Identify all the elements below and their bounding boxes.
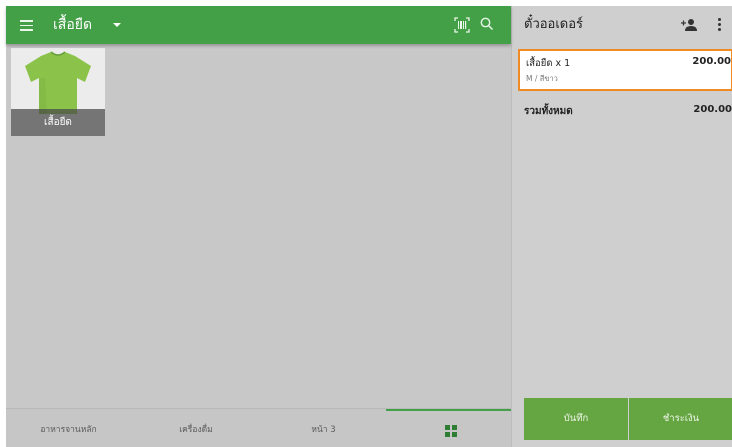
caret-down-icon[interactable]	[113, 23, 121, 27]
order-ticket-pane: ตั๋วออเดอร์ เสื้อยืด x 1 M / สีขาว 200.0…	[511, 6, 732, 447]
product-tile-label: เสื้อยืด	[11, 109, 105, 136]
product-grid: เสื้อยืด	[6, 44, 511, 408]
order-line-item[interactable]: เสื้อยืด x 1 M / สีขาว 200.00	[518, 49, 732, 91]
pay-button[interactable]: ชำระเงิน	[629, 398, 732, 440]
category-title[interactable]: เสื้อยืด	[53, 15, 92, 35]
ticket-title: ตั๋วออเดอร์	[524, 17, 584, 32]
active-tab-indicator	[386, 409, 511, 411]
barcode-scan-icon[interactable]	[454, 17, 470, 33]
order-item-variant: M / สีขาว	[526, 74, 558, 83]
more-vertical-icon[interactable]	[718, 18, 722, 32]
tab-drinks[interactable]: เครื่องดื่ม	[131, 409, 261, 447]
tab-page-3[interactable]: หน้า 3	[261, 409, 386, 447]
save-button[interactable]: บันทึก	[524, 398, 628, 440]
add-person-icon[interactable]	[680, 17, 698, 33]
total-label: รวมทั้งหมด	[524, 106, 573, 117]
search-icon[interactable]	[479, 16, 495, 32]
tab-main-dishes[interactable]: อาหารจานหลัก	[6, 409, 131, 447]
product-tile[interactable]: เสื้อยืด	[11, 48, 105, 136]
product-pane: เสื้อยืด เสื้อยืด อาหารจานหลัก เครื่องดื…	[6, 6, 511, 447]
order-item-name: เสื้อยืด x 1	[526, 58, 571, 69]
ticket-header: ตั๋วออเดอร์	[512, 6, 732, 44]
top-app-bar: เสื้อยืด	[6, 6, 511, 44]
grid-icon[interactable]	[445, 425, 457, 437]
category-tab-bar: อาหารจานหลัก เครื่องดื่ม หน้า 3	[6, 408, 511, 447]
order-item-price: 200.00	[692, 56, 731, 67]
menu-icon[interactable]	[20, 17, 36, 33]
total-value: 200.00	[693, 104, 732, 115]
